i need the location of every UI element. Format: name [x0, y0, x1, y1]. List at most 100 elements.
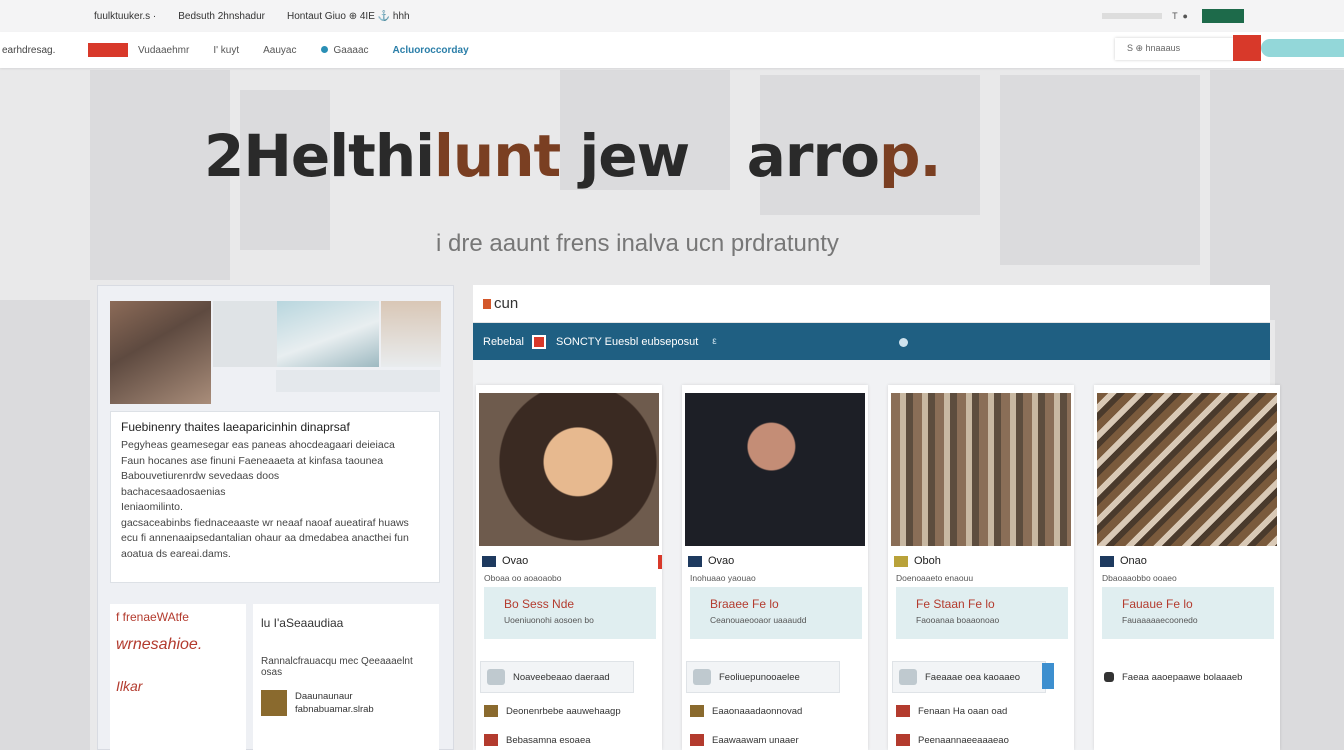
related-item-line-2: fabnabuamar.slrab: [295, 704, 374, 715]
detail-row-2-text: Eaaonaaadaonnovad: [712, 705, 803, 717]
related-title: lu I'aSeaaudiaa: [261, 616, 344, 630]
detail-row-2[interactable]: Fenaan Ha oaan oad: [896, 705, 1007, 717]
gallery-image-1[interactable]: [110, 301, 211, 404]
detail-row[interactable]: Feoliuepunooaelee: [686, 661, 840, 693]
card-name-row: Ovao: [688, 555, 734, 567]
nav-red-tab[interactable]: [88, 43, 128, 57]
thumbnail-icon: [484, 734, 498, 746]
card-grid: Ovao Oboaa oo aoaoaobo Bo Sess Nde Uoeni…: [473, 385, 1280, 750]
top-link-2[interactable]: Bedsuth 2hnshadur: [178, 11, 265, 22]
image-icon: [693, 669, 711, 685]
nav-accent-link[interactable]: Acluoroccorday: [393, 45, 469, 56]
listing-photo: [891, 393, 1071, 546]
related-item[interactable]: Daaunaunaur fabnabuamar.slrab: [261, 690, 431, 716]
nav-link-2[interactable]: I' kuyt: [213, 45, 239, 56]
price-box: Braaee Fe lo Ceanouaeooaor uaaaudd: [690, 587, 862, 639]
price-subtext: Faooanaa boaaonoao: [916, 615, 1000, 625]
info-line: bachacesaadosaenias: [121, 485, 226, 498]
listing-photo: [1097, 393, 1277, 546]
card-meta: Dbaoaaobbo ooaeo: [1102, 573, 1177, 583]
profile-card[interactable]: Ovao Oboaa oo aoaoaobo Bo Sess Nde Uoeni…: [476, 385, 662, 750]
detail-row[interactable]: Noaveebeaao daeraad: [480, 661, 634, 693]
price-text: Bo Sess Nde: [504, 597, 575, 611]
detail-row-3[interactable]: Peenaannaeeaaaeao: [896, 734, 1009, 746]
hero-subtitle: i dre aaunt frens inalva ucn prdratunty: [436, 230, 839, 257]
badge-icon: [1100, 555, 1114, 567]
info-line: gacsaceabinbs fiednaceaaste wr neaaf nao…: [121, 516, 409, 529]
listing-card[interactable]: Onao Dbaoaaobbo ooaeo Fauaue Fe lo Fauaa…: [1094, 385, 1280, 750]
promo-box[interactable]: f frenaeWAtfe wrnesahioe. Ilkar: [110, 604, 246, 750]
blue-tag[interactable]: [1042, 663, 1054, 689]
price-subtext: Ceanouaeooaor uaaaudd: [710, 615, 807, 625]
profile-card[interactable]: Ovao Inohuaao yaouao Braaee Fe lo Ceanou…: [682, 385, 868, 750]
hero-title-part-b: lunt: [434, 122, 561, 190]
top-divider: [1102, 13, 1163, 19]
location-pin-icon[interactable]: [899, 338, 908, 347]
top-link-3[interactable]: Hontaut Giuo ⊕ 4IE ⚓ hhh: [287, 11, 410, 22]
price-subtext: Uoeniuonohi aosoen bo: [504, 615, 594, 625]
info-line: ecu fi annenaaipsedantalian ohaur aa dme…: [121, 532, 409, 544]
image-icon: [899, 669, 917, 685]
detail-row[interactable]: Faeaaae oea kaoaaeo: [892, 661, 1046, 693]
left-panel: Fuebinenry thaites laeaparicinhin dinapr…: [97, 285, 454, 750]
card-red-marker: [658, 555, 662, 569]
promo-line-1: f frenaeWAtfe: [116, 610, 189, 624]
thumbnail-icon: [484, 705, 498, 717]
thumbnail-icon: [896, 705, 910, 717]
detail-row-2-text: Deonenrbebe aauwehaagp: [506, 705, 621, 717]
badge-icon: [482, 555, 496, 567]
badge-icon: [688, 555, 702, 567]
hero-title-part-c: jew: [560, 122, 690, 190]
detail-row-3[interactable]: Bebasamna esoaea: [484, 734, 591, 746]
card-name-row: Oboh: [894, 555, 941, 567]
thumbnail-icon: [690, 705, 704, 717]
nav-link-1[interactable]: Vudaaehmr: [138, 45, 189, 56]
price-subtext: Fauaaaaaecoonedo: [1122, 615, 1198, 625]
flag-icon: [531, 334, 546, 349]
teal-pill-button[interactable]: [1261, 39, 1344, 57]
detail-row-3[interactable]: Eaawaawam unaaer: [690, 734, 799, 746]
card-name: Oboh: [914, 555, 941, 567]
nav-link-4[interactable]: Gaaaac: [320, 44, 369, 56]
card-meta: Oboaa oo aoaoaobo: [484, 573, 562, 583]
badge-icon: [894, 555, 908, 567]
card-meta: Inohuaao yaouao: [690, 573, 756, 583]
nav-link-4-label: Gaaaac: [333, 44, 369, 56]
hero-title-part-d: arro: [746, 122, 880, 190]
search-input[interactable]: S ⊕ hnaaaus: [1115, 38, 1233, 60]
gallery-image-2[interactable]: [213, 301, 277, 367]
info-line: Faun hocanes ase finuni Faeneaaeta at ki…: [121, 454, 384, 467]
top-green-button[interactable]: [1202, 9, 1244, 23]
price-text: Fauaue Fe lo: [1122, 597, 1193, 611]
detail-row[interactable]: Faeaa aaoepaawe bolaaaeb: [1098, 661, 1252, 693]
image-icon: [487, 669, 505, 685]
listing-card[interactable]: Oboh Doenoaaeto enaouu Fe Staan Fe lo Fa…: [888, 385, 1074, 750]
detail-row-2[interactable]: Deonenrbebe aauwehaagp: [484, 705, 621, 717]
gallery-image-3[interactable]: [277, 301, 379, 367]
content-header: cun: [473, 285, 1270, 323]
band-extra: ε: [712, 336, 717, 347]
site-brand[interactable]: earhdresag.: [0, 45, 88, 56]
related-box: lu I'aSeaaudiaa Rannalcfrauacqu mec Qeea…: [253, 604, 439, 750]
detail-row-2-text: Fenaan Ha oaan oad: [918, 705, 1008, 717]
price-box: Bo Sess Nde Uoeniuonohi aosoen bo: [484, 587, 656, 639]
nav-link-3[interactable]: Aauyac: [263, 45, 296, 56]
price-text: Fe Staan Fe lo: [916, 597, 995, 611]
top-link-1[interactable]: fuulktuuker.s ·: [94, 11, 156, 22]
band-label[interactable]: Rebebal: [483, 336, 524, 348]
top-right-indicator[interactable]: T ●: [1172, 11, 1188, 21]
band-text: SONCTY Euesbl eubseposut: [555, 335, 699, 348]
content-header-title: cun: [494, 295, 519, 312]
profile-photo: [479, 393, 659, 546]
gallery-image-4[interactable]: [381, 301, 441, 367]
card-meta: Doenoaaeto enaouu: [896, 573, 974, 583]
thumbnail-icon: [690, 734, 704, 746]
detail-row-2[interactable]: Eaaonaaadaonnovad: [690, 705, 802, 717]
bookmark-icon: [483, 299, 491, 310]
related-item-text: Daaunaunaur fabnabuamar.slrab: [295, 690, 374, 716]
content-panel: cun Rebebal SONCTY Euesbl eubseposut ε O…: [473, 285, 1280, 750]
search-button[interactable]: [1233, 35, 1261, 61]
top-meta-bar: fuulktuuker.s · Bedsuth 2hnshadur Hontau…: [0, 0, 1344, 32]
detail-row-3-text: Peenaannaeeaaaeao: [918, 734, 1009, 746]
hero-title-part-e: p.: [879, 122, 942, 190]
